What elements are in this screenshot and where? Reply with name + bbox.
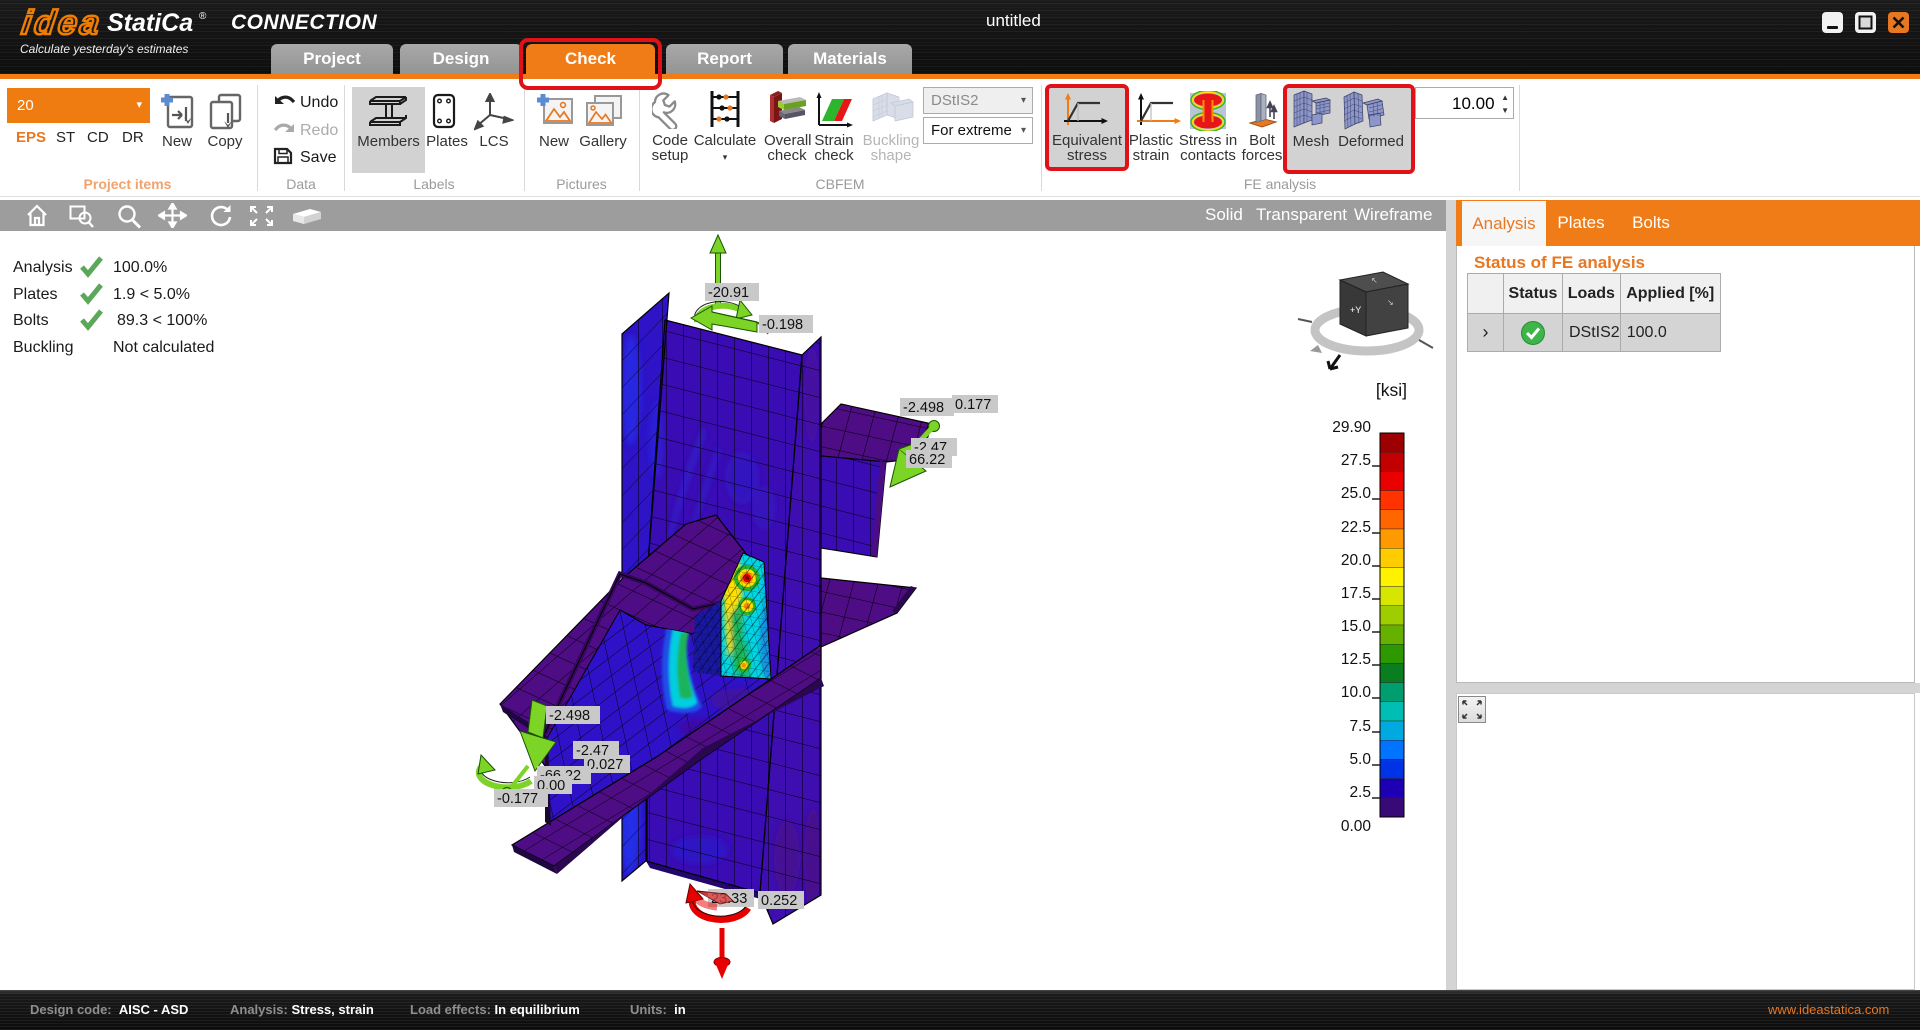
svg-text:+Y: +Y bbox=[1350, 305, 1361, 315]
svg-text:29.90: 29.90 bbox=[1332, 419, 1371, 436]
svg-text:20.0: 20.0 bbox=[1341, 552, 1372, 569]
svg-text:-0.177: -0.177 bbox=[497, 791, 538, 807]
svg-text:10.0: 10.0 bbox=[1341, 684, 1372, 701]
svg-text:Undo: Undo bbox=[300, 94, 338, 111]
svg-text:12.5: 12.5 bbox=[1341, 651, 1371, 668]
svg-text:27.5: 27.5 bbox=[1341, 452, 1371, 469]
svg-text:66.22: 66.22 bbox=[909, 452, 945, 468]
svg-text:↘: ↘ bbox=[1387, 298, 1394, 307]
svg-text:2.5: 2.5 bbox=[1349, 784, 1371, 801]
svg-text:↖: ↖ bbox=[1371, 276, 1378, 285]
svg-text:0.177: 0.177 bbox=[955, 397, 991, 413]
svg-text:-2.498: -2.498 bbox=[549, 708, 590, 724]
svg-text:22.5: 22.5 bbox=[1341, 519, 1371, 536]
svg-text:-20.91: -20.91 bbox=[708, 285, 749, 301]
svg-text:0.027: 0.027 bbox=[587, 757, 623, 773]
svg-text:5.0: 5.0 bbox=[1349, 751, 1371, 768]
svg-text:15.0: 15.0 bbox=[1341, 618, 1372, 635]
svg-text:25.0: 25.0 bbox=[1341, 485, 1372, 502]
svg-text:17.5: 17.5 bbox=[1341, 585, 1371, 602]
svg-text:0.252: 0.252 bbox=[761, 893, 797, 909]
svg-text:7.5: 7.5 bbox=[1349, 718, 1371, 735]
svg-text:-0.198: -0.198 bbox=[762, 317, 803, 333]
svg-text:Save: Save bbox=[300, 149, 337, 166]
svg-text:Redo: Redo bbox=[300, 122, 338, 139]
svg-text:-2.498: -2.498 bbox=[903, 400, 944, 416]
svg-text:[ksi]: [ksi] bbox=[1376, 380, 1407, 400]
svg-text:0.00: 0.00 bbox=[1341, 818, 1372, 835]
